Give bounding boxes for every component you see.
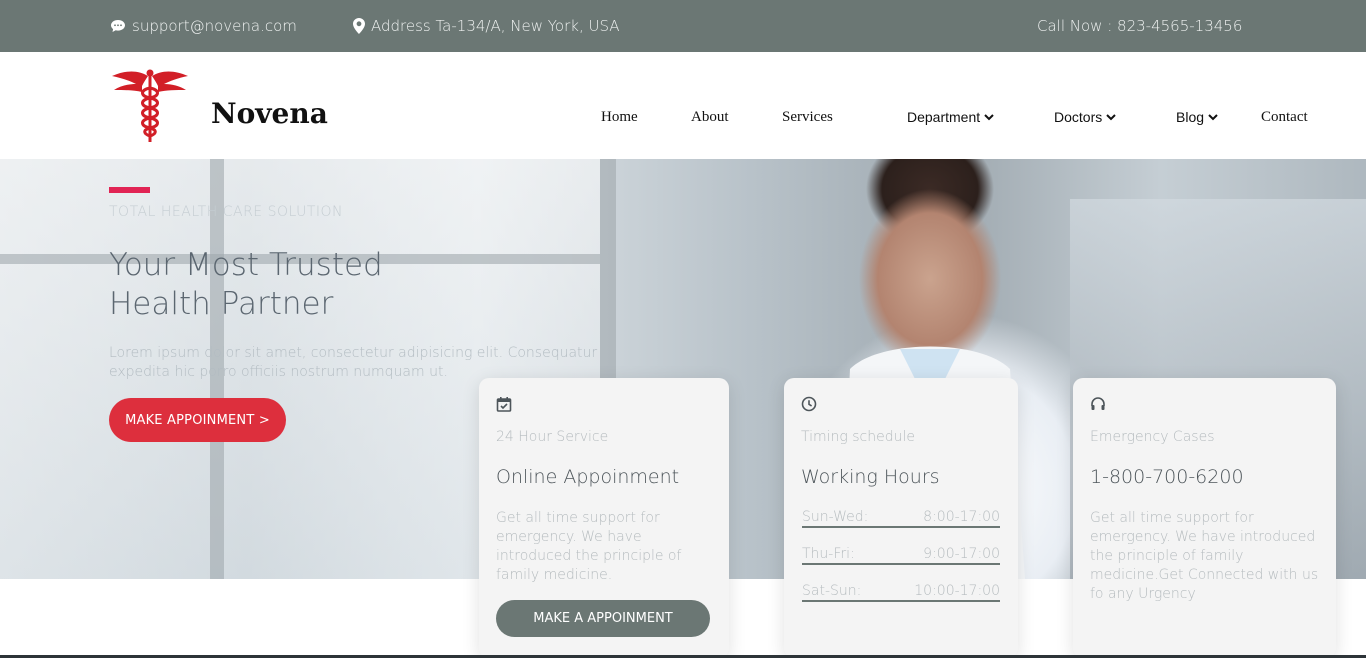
schedule-time: 10:00-17:00: [914, 583, 1000, 599]
feature-kicker: 24 Hour Service: [496, 429, 609, 445]
nav-contact[interactable]: Contact: [1261, 109, 1308, 126]
feature-card-emergency: Emergency Cases 1-800-700-6200 Get all t…: [1073, 378, 1336, 658]
feature-kicker: Emergency Cases: [1090, 429, 1215, 445]
nav-services[interactable]: Services: [782, 109, 833, 126]
schedule-row: Sat-Sun: 10:00-17:00: [802, 583, 1000, 602]
feature-card-working-hours: Timing schedule Working Hours Sun-Wed: 8…: [784, 378, 1018, 658]
address-text: Address Ta-134/A, New York, USA: [371, 17, 620, 35]
support-email-text: support@novena.com: [132, 17, 297, 35]
nav-about[interactable]: About: [691, 109, 729, 126]
nav-doctors-label: Doctors: [1054, 109, 1103, 125]
hero-title-line2: Health Partner: [109, 286, 334, 322]
top-info-bar: support@novena.com Address Ta-134/A, New…: [0, 0, 1366, 52]
brand-name[interactable]: Novena: [211, 97, 328, 130]
schedule-row: Sun-Wed: 8:00-17:00: [802, 509, 1000, 528]
hero-subtitle: TOTAL HEALTH CARE SOLUTION: [109, 204, 344, 220]
map-pin-icon: [353, 18, 365, 34]
chevron-down-icon: [1208, 113, 1218, 120]
nav-blog-label: Blog: [1176, 109, 1205, 125]
emergency-phone[interactable]: 1-800-700-6200: [1090, 466, 1244, 488]
support-email[interactable]: support@novena.com: [110, 17, 297, 35]
caduceus-logo-icon[interactable]: [108, 68, 192, 144]
call-now-text: Call Now : 823-4565-13456: [1037, 17, 1243, 35]
schedule-day: Sat-Sun:: [802, 583, 862, 599]
schedule-time: 9:00-17:00: [923, 546, 1000, 562]
hero-title: Your Most Trusted Health Partner: [109, 246, 529, 324]
make-appointment-button[interactable]: MAKE APPOINMENT >: [109, 398, 286, 442]
address: Address Ta-134/A, New York, USA: [353, 17, 620, 35]
schedule-day: Sun-Wed:: [802, 509, 869, 525]
calendar-check-icon: [496, 397, 512, 412]
chevron-down-icon: [1106, 113, 1116, 120]
feature-heading: Online Appoinment: [496, 466, 680, 488]
chevron-down-icon: [984, 113, 994, 120]
feature-description: Get all time support for emergency. We h…: [496, 510, 682, 583]
site-header: Novena Home About Services Department Do…: [0, 52, 1366, 159]
nav-department[interactable]: Department: [907, 109, 994, 125]
clock-icon: [801, 396, 817, 412]
nav-doctors[interactable]: Doctors: [1054, 109, 1116, 125]
hero-title-line1: Your Most Trusted: [109, 247, 383, 283]
schedule-time: 8:00-17:00: [923, 509, 1000, 525]
hero-description: Lorem ipsum dolor sit amet, consectetur …: [109, 345, 598, 380]
feature-card-online-appointment: 24 Hour Service Online Appoinment Get al…: [479, 378, 729, 658]
feature-description: Get all time support for emergency. We h…: [1090, 510, 1319, 602]
call-now[interactable]: Call Now : 823-4565-13456: [1037, 17, 1242, 35]
nav-blog[interactable]: Blog: [1176, 109, 1218, 125]
make-a-appointment-button[interactable]: MAKE A APPOINMENT: [496, 600, 710, 637]
chat-bubble-icon: [111, 20, 125, 32]
schedule-day: Thu-Fri:: [802, 546, 855, 562]
headphones-icon: [1091, 397, 1105, 410]
feature-kicker: Timing schedule: [801, 429, 916, 445]
feature-heading: Working Hours: [801, 466, 940, 488]
hero-accent-bar: [109, 187, 150, 193]
nav-department-label: Department: [907, 109, 981, 125]
nav-home[interactable]: Home: [601, 109, 638, 126]
schedule-row: Thu-Fri: 9:00-17:00: [802, 546, 1000, 565]
